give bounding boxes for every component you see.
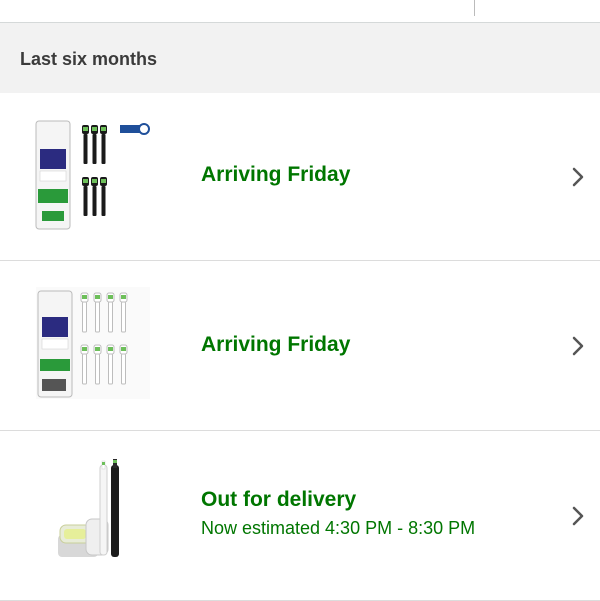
section-title: Last six months (20, 48, 158, 69)
order-status: Arriving Friday (201, 333, 351, 356)
section-header: Last six months (0, 23, 600, 93)
product-image-black-brush-heads (35, 120, 150, 230)
top-toolbar-strip (0, 0, 600, 23)
order-row-1[interactable]: Arriving Friday (0, 93, 600, 261)
product-image-white-brush-heads (36, 287, 150, 399)
order-status-block: Arriving Friday (201, 163, 350, 187)
toolbar-divider (474, 0, 475, 16)
product-image-toothbrush-set (58, 459, 119, 557)
order-status-block: Arriving Friday (201, 333, 350, 357)
chevron-right-icon (572, 336, 584, 355)
delivery-estimate: Now estimated 4:30 PM - 8:30 PM (201, 518, 476, 538)
order-status: Out for delivery (201, 488, 357, 511)
order-status-block: Out for delivery Now estimated 4:30 PM -… (201, 488, 475, 539)
order-status: Arriving Friday (201, 163, 351, 186)
order-row-2[interactable]: Arriving Friday (0, 261, 600, 431)
order-row-3[interactable]: Out for delivery Now estimated 4:30 PM -… (0, 431, 600, 601)
chevron-right-icon (572, 167, 584, 186)
chevron-right-icon (572, 506, 584, 525)
